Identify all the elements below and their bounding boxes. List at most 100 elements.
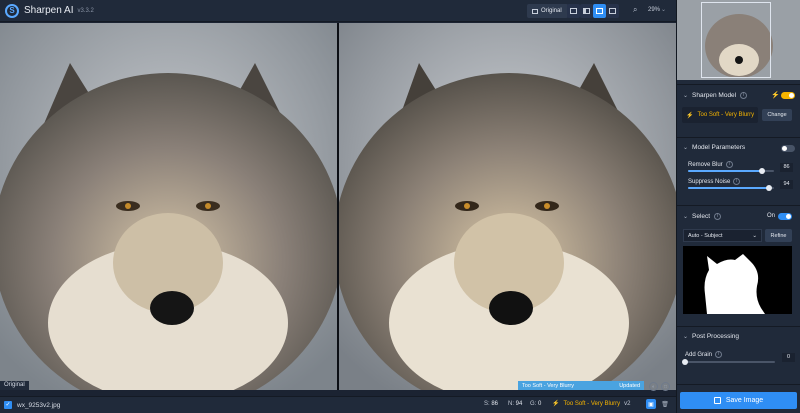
wolf-photo-sharpened: [339, 23, 676, 390]
model-parameters-toggle[interactable]: [781, 145, 795, 152]
chevron-down-icon: ⌄: [683, 334, 689, 340]
chevron-down-icon: ⌄: [752, 232, 757, 239]
fullscreen-icon[interactable]: □: [661, 382, 670, 391]
slider-fill: [688, 187, 769, 189]
stat-sharpness: S: 86: [484, 401, 499, 407]
trash-icon[interactable]: 🗑: [660, 399, 670, 409]
post-processing-title: Post Processing: [692, 333, 739, 340]
original-button[interactable]: Original: [527, 4, 568, 18]
preview-status-model: Too Soft - Very Blurry: [522, 382, 574, 389]
preview-pane[interactable]: [339, 23, 676, 390]
select-toggle[interactable]: [778, 213, 792, 220]
split-view-button[interactable]: [580, 4, 593, 18]
toggle-knob: [786, 214, 791, 219]
file-model-info: ⚡ Too Soft - Very Blurry v2: [552, 400, 631, 408]
add-grain-value[interactable]: 0: [782, 353, 795, 362]
subject-mask-preview[interactable]: [683, 246, 792, 314]
single-view-icon: [570, 8, 577, 14]
side-by-side-view-icon: [596, 8, 603, 14]
suppress-noise-slider[interactable]: [688, 185, 774, 191]
grid-view-button[interactable]: [606, 4, 619, 18]
save-icon: [713, 397, 721, 404]
lightning-icon: ⚡: [686, 112, 694, 119]
original-pane-label: Original: [0, 381, 29, 390]
divider: [677, 326, 800, 327]
file-checkbox[interactable]: ✓: [4, 401, 12, 409]
divider: [677, 205, 800, 206]
toggle-knob: [789, 93, 794, 98]
image-icon: [532, 8, 538, 14]
model-parameters-header[interactable]: ⌄ Model Parameters: [683, 144, 745, 151]
suppress-noise-value[interactable]: 94: [780, 180, 793, 189]
slider-handle[interactable]: [682, 359, 688, 365]
info-icon[interactable]: i: [733, 178, 741, 185]
chevron-down-icon: ⌄: [683, 214, 689, 220]
model-parameters-title: Model Parameters: [692, 144, 746, 151]
compare-icon[interactable]: ◐: [649, 382, 658, 391]
sharpen-model-header[interactable]: ⌄ Sharpen Model i: [683, 92, 748, 99]
preview-status-state: Updated: [619, 382, 640, 389]
refine-button[interactable]: Refine: [765, 229, 792, 242]
wolf-photo-original: [0, 23, 337, 390]
single-view-button[interactable]: [567, 4, 580, 18]
selection-mode-dropdown[interactable]: Auto - Subject ⌄: [683, 229, 762, 242]
app-logo-icon: S: [5, 3, 19, 18]
info-icon[interactable]: i: [740, 92, 748, 99]
mask-image: [704, 254, 765, 314]
preview-toggle-icon[interactable]: ▣: [646, 399, 656, 409]
stat-noise: N: 94: [508, 401, 523, 407]
chevron-down-icon: ⌄: [683, 93, 689, 99]
preview-status-bar: Too Soft - Very Blurry Updated: [518, 381, 644, 390]
side-by-side-view-button[interactable]: [593, 4, 606, 18]
chevron-down-icon: ⌄: [683, 145, 689, 151]
file-model-version: v2: [624, 400, 631, 407]
zoom-dropdown-icon[interactable]: ⌄: [661, 6, 666, 13]
lightning-icon: ⚡: [771, 92, 780, 99]
zoom-level[interactable]: 29%: [648, 7, 660, 13]
save-image-button[interactable]: Save Image: [680, 392, 797, 409]
grid-view-icon: [609, 8, 616, 14]
select-on-label: On: [767, 213, 776, 219]
add-grain-slider[interactable]: [682, 359, 775, 365]
divider: [677, 384, 800, 385]
change-model-button[interactable]: Change: [762, 109, 792, 121]
toggle-knob: [782, 146, 787, 151]
add-grain-label: Add Grain i: [685, 351, 723, 358]
slider-handle[interactable]: [765, 185, 772, 191]
remove-blur-label: Remove Blur i: [688, 161, 733, 168]
divider: [677, 137, 800, 138]
remove-blur-slider[interactable]: [688, 168, 774, 174]
original-button-label: Original: [541, 8, 562, 14]
sharpen-model-title: Sharpen Model: [692, 92, 737, 99]
post-processing-header[interactable]: ⌄ Post Processing: [683, 333, 739, 340]
image-viewer[interactable]: [0, 23, 676, 390]
selection-mode-value: Auto - Subject: [688, 232, 723, 239]
navigator-viewport-frame[interactable]: [701, 2, 771, 78]
sharpen-ai-window: S Sharpen AI v3.3.2 Original ⌕ 29% ⌄ Ori…: [0, 0, 800, 413]
split-view-icon: [583, 8, 590, 14]
save-image-label: Save Image: [725, 397, 764, 404]
selected-model-name: Too Soft - Very Blurry: [697, 112, 755, 118]
selected-model-card: ⚡ Too Soft - Very Blurry: [682, 107, 758, 123]
slider-handle[interactable]: [758, 168, 765, 174]
file-name: wx_9253v2.jpg: [17, 401, 61, 409]
select-title: Select: [692, 213, 711, 220]
divider: [677, 84, 800, 85]
sharpen-model-toggle[interactable]: [781, 92, 795, 99]
file-model-name: Too Soft - Very Blurry: [563, 400, 621, 407]
select-header[interactable]: ⌄ Select i: [683, 213, 722, 220]
app-version: v3.3.2: [77, 7, 94, 14]
info-icon[interactable]: i: [725, 161, 733, 168]
info-icon[interactable]: i: [715, 351, 723, 358]
navigator-thumbnail[interactable]: [677, 0, 800, 80]
app-title: Sharpen AI: [24, 5, 74, 16]
info-icon[interactable]: i: [714, 213, 722, 220]
remove-blur-value[interactable]: 86: [780, 163, 793, 172]
right-sidebar: ⌄ Sharpen Model i ⚡ ⚡ Too Soft - Very Bl…: [676, 0, 800, 413]
zoom-icon[interactable]: ⌕: [633, 5, 637, 15]
original-pane[interactable]: [0, 23, 337, 390]
lightning-icon: ⚡: [552, 401, 560, 407]
suppress-noise-label: Suppress Noise i: [688, 178, 741, 185]
slider-fill: [688, 170, 762, 172]
stat-grain: G: 0: [530, 401, 542, 407]
